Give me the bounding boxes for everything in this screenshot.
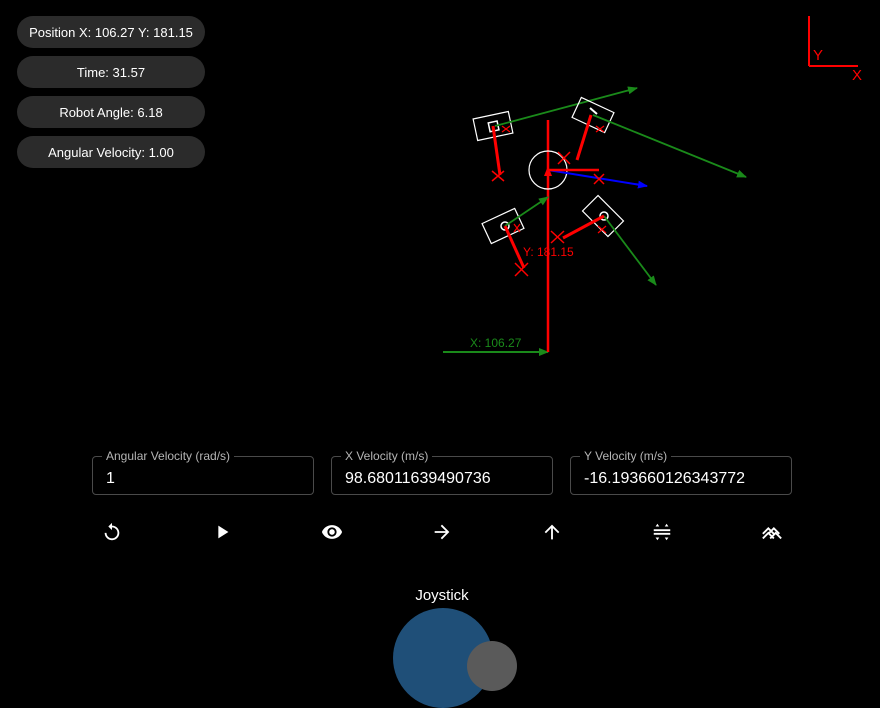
robot-simulation-canvas: Y X X: 106.27 Y: 181.15 bbox=[443, 16, 862, 356]
swerve-module-front-left bbox=[472, 86, 638, 182]
swerve-module-rear-right bbox=[550, 194, 657, 286]
module-velocity-arrow bbox=[494, 86, 638, 127]
module-velocity-arrow bbox=[592, 114, 747, 178]
module-pivot-marker bbox=[491, 170, 505, 182]
module-arm bbox=[575, 114, 593, 161]
module-pivot-marker bbox=[557, 151, 571, 165]
x-velocity-field[interactable]: X Velocity (m/s) bbox=[331, 449, 553, 495]
swerve-module-front-right bbox=[557, 96, 747, 178]
module-velocity-arrow bbox=[504, 196, 549, 227]
wheel-marker bbox=[589, 107, 598, 115]
joystick-label: Joystick bbox=[415, 587, 469, 604]
module-wheel-cross bbox=[501, 125, 511, 133]
axis-x-label: X bbox=[852, 67, 862, 84]
reset-button[interactable] bbox=[95, 515, 129, 549]
play-button[interactable] bbox=[205, 515, 239, 549]
arrow-right-icon bbox=[434, 524, 450, 540]
module-velocity-arrow bbox=[603, 215, 657, 286]
module-frame bbox=[481, 207, 525, 245]
robot-x-position-label: X: 106.27 bbox=[470, 336, 522, 350]
angular-velocity-field[interactable]: Angular Velocity (rad/s) bbox=[92, 449, 314, 495]
module-wheel-cross bbox=[513, 223, 521, 233]
axis-y-label: Y bbox=[813, 47, 823, 64]
swap-vertical-icon bbox=[653, 523, 671, 541]
move-up-button[interactable] bbox=[535, 515, 569, 549]
swap-button[interactable] bbox=[645, 515, 679, 549]
angular-velocity-input[interactable] bbox=[93, 457, 313, 494]
joystick-knob[interactable] bbox=[467, 641, 517, 691]
move-right-button[interactable] bbox=[425, 515, 459, 549]
play-icon bbox=[218, 525, 229, 539]
y-velocity-field[interactable]: Y Velocity (m/s) bbox=[570, 449, 792, 495]
stack-button[interactable] bbox=[755, 515, 789, 549]
y-velocity-input[interactable] bbox=[571, 457, 791, 494]
swerve-module-rear-left bbox=[481, 196, 549, 277]
axes-indicator: Y X bbox=[808, 16, 862, 84]
eye-icon bbox=[321, 525, 343, 539]
x-velocity-input[interactable] bbox=[332, 457, 552, 494]
stacked-chevrons-icon bbox=[762, 527, 782, 540]
arrow-up-icon bbox=[544, 524, 560, 540]
module-pivot-marker bbox=[550, 230, 565, 244]
module-wheel-cross bbox=[597, 225, 607, 234]
module-arm bbox=[491, 125, 502, 176]
robot-y-position-label: Y: 181.15 bbox=[523, 245, 574, 259]
reset-icon bbox=[104, 522, 120, 541]
visibility-button[interactable] bbox=[315, 515, 349, 549]
